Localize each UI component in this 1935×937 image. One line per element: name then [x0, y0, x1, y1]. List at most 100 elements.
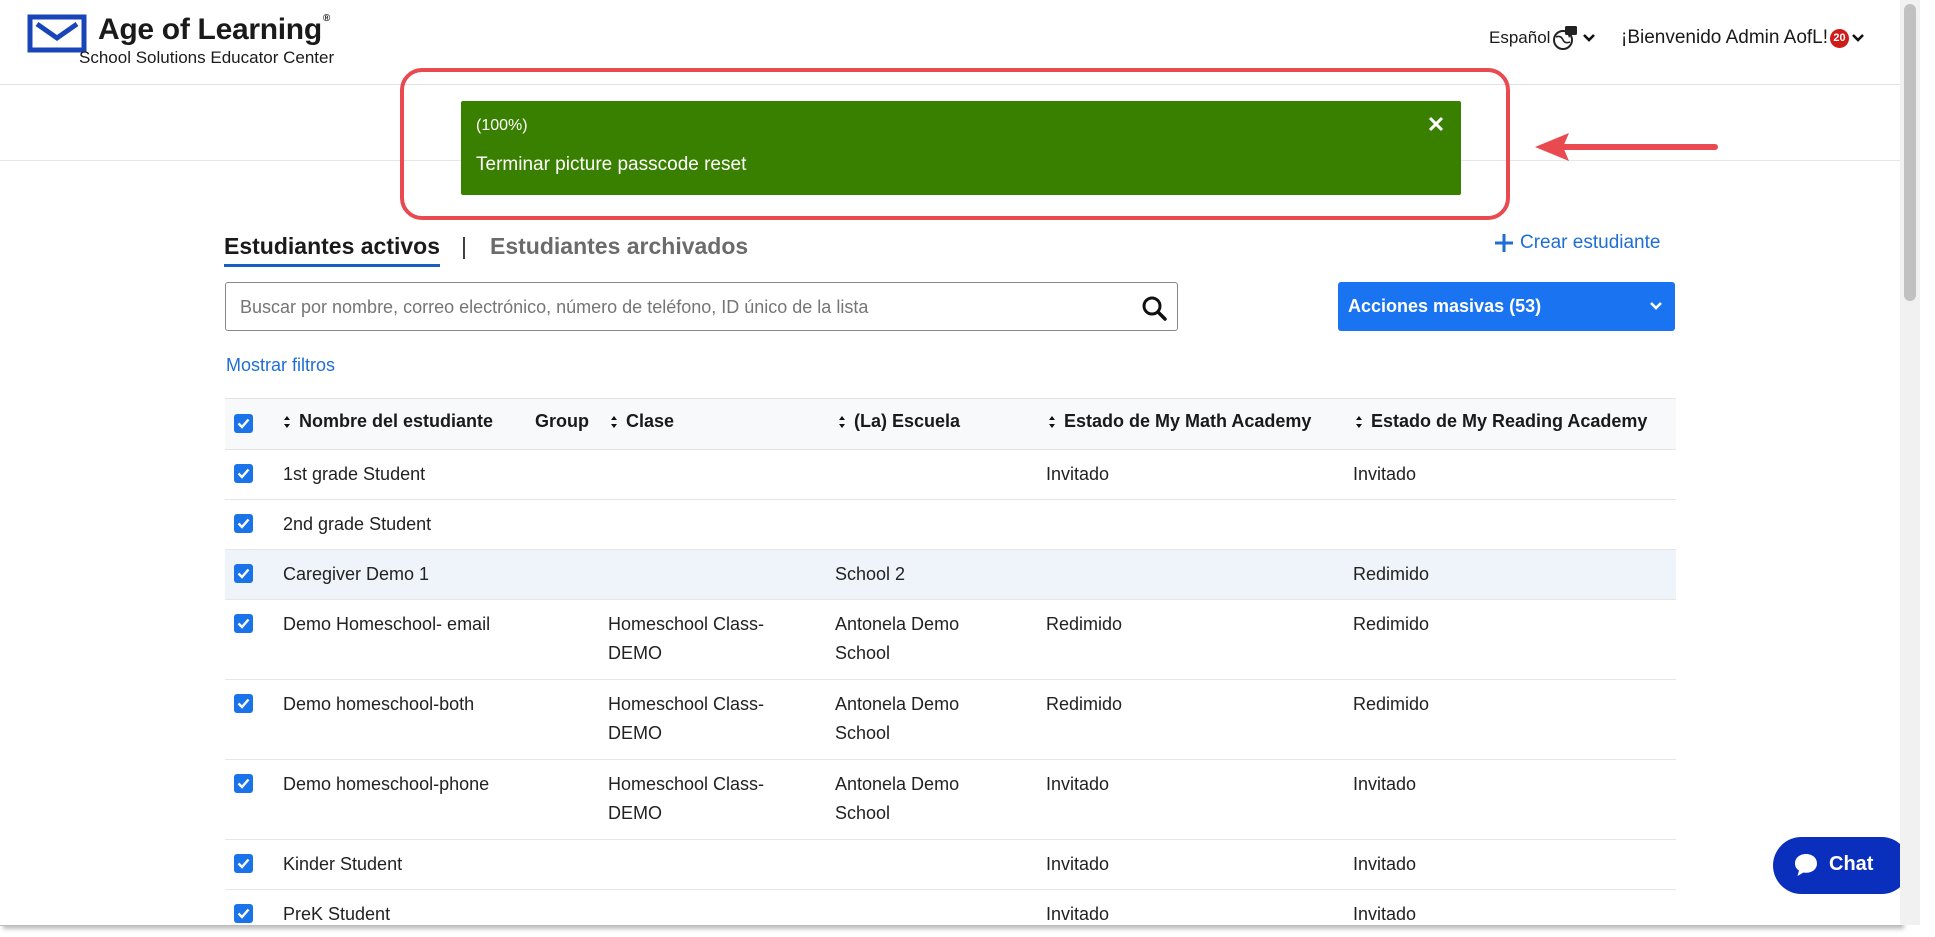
student-name[interactable]: Caregiver Demo 1 — [283, 560, 429, 589]
math-status: Invitado — [1046, 904, 1110, 924]
chevron-down-icon — [1852, 34, 1864, 42]
student-name[interactable]: Demo homeschool-phone — [283, 770, 489, 799]
reading-status: Redimido — [1353, 564, 1430, 584]
class-line-1: Homeschool Class- — [608, 614, 765, 634]
school-line-1: Antonela Demo — [835, 614, 960, 634]
class-line-1: Homeschool Class- — [608, 694, 765, 714]
search-icon[interactable] — [1141, 295, 1167, 321]
class-line-2: DEMO — [608, 803, 662, 823]
brand-subtitle: School Solutions Educator Center — [79, 48, 335, 67]
school-line-1: Antonela Demo — [835, 774, 960, 794]
bulk-actions-label: Acciones masivas (53) — [1348, 296, 1542, 316]
row-checkbox[interactable] — [234, 694, 253, 713]
column-header-class-label: Clase — [626, 411, 675, 431]
checkmark-icon — [237, 568, 250, 579]
brand-trademark: ® — [322, 13, 330, 24]
create-student-link[interactable]: Crear estudiante — [1494, 232, 1660, 254]
table-row[interactable]: 2nd grade Student — [225, 500, 1676, 550]
sort-icon — [611, 415, 617, 428]
bulk-actions-button[interactable]: Acciones masivas (53) — [1338, 282, 1675, 331]
students-table: Nombre del estudiante Group Clase (La) E… — [225, 398, 1676, 925]
column-header-name[interactable]: Nombre del estudiante — [283, 411, 493, 432]
math-status: Redimido — [1046, 614, 1123, 634]
row-checkbox[interactable] — [234, 854, 253, 873]
table-row[interactable]: Demo Homeschool- email Homeschool Class-… — [225, 600, 1676, 680]
browser-page: Age of Learning® School Solutions Educat… — [0, 0, 1901, 926]
annotation-arrow-icon — [1535, 133, 1718, 161]
school-line-2: School — [835, 643, 891, 663]
column-header-group: Group — [535, 411, 589, 432]
brand-title-text: Age of Learning — [98, 13, 322, 46]
row-checkbox[interactable] — [234, 774, 253, 793]
app-viewport: Age of Learning® School Solutions Educat… — [0, 0, 1935, 937]
checkmark-icon — [237, 418, 250, 429]
student-name[interactable]: Demo homeschool-both — [283, 690, 474, 719]
reading-status: Redimido — [1353, 614, 1430, 634]
class-line-2: DEMO — [608, 723, 662, 743]
school-line-2: School — [835, 723, 891, 743]
column-header-math[interactable]: Estado de My Math Academy — [1048, 411, 1311, 432]
column-header-school-label: (La) Escuela — [854, 411, 961, 431]
chevron-down-icon — [1583, 34, 1596, 42]
student-name[interactable]: 1st grade Student — [283, 460, 425, 489]
school-line-2: School — [835, 803, 891, 823]
row-checkbox[interactable] — [234, 464, 253, 483]
school-line-1: Antonela Demo — [835, 694, 960, 714]
column-header-class[interactable]: Clase — [610, 411, 674, 432]
user-menu[interactable]: ¡Bienvenido Admin AofL! 20 — [1621, 27, 1865, 49]
class-line-1: Homeschool Class- — [608, 774, 765, 794]
row-checkbox[interactable] — [234, 564, 253, 583]
student-name[interactable]: Demo Homeschool- email — [283, 610, 490, 639]
plus-icon — [1495, 234, 1513, 252]
column-header-group-label: Group — [535, 411, 589, 431]
table-header-row: Nombre del estudiante Group Clase (La) E… — [225, 398, 1676, 450]
scrollbar-thumb[interactable] — [1904, 4, 1916, 301]
math-status: Redimido — [1046, 694, 1123, 714]
search-input[interactable] — [238, 283, 1122, 332]
sort-icon — [1049, 415, 1055, 428]
student-name[interactable]: 2nd grade Student — [283, 510, 431, 539]
table-row[interactable]: Caregiver Demo 1 School 2 Redimido — [225, 550, 1676, 600]
annotation-highlight-box — [400, 68, 1510, 220]
column-header-math-label: Estado de My Math Academy — [1064, 411, 1312, 431]
tab-active-students[interactable]: Estudiantes activos — [224, 233, 441, 267]
reading-status: Invitado — [1353, 774, 1417, 794]
row-checkbox[interactable] — [234, 904, 253, 923]
row-checkbox[interactable] — [234, 614, 253, 633]
reading-status: Invitado — [1353, 904, 1417, 924]
math-status: Invitado — [1046, 464, 1110, 484]
welcome-text: ¡Bienvenido Admin AofL! — [1621, 27, 1829, 48]
reading-status: Invitado — [1353, 854, 1417, 874]
column-header-reading[interactable]: Estado de My Reading Academy — [1355, 411, 1647, 432]
checkmark-icon — [237, 468, 250, 479]
notification-badge: 20 — [1830, 28, 1850, 48]
table-row[interactable]: PreK Student Invitado Invitado — [225, 890, 1676, 925]
chat-button[interactable]: Chat — [1773, 837, 1900, 894]
language-selector[interactable]: Español — [1489, 25, 1596, 51]
tab-separator: | — [461, 233, 467, 259]
table-row[interactable]: Demo homeschool-both Homeschool Class- D… — [225, 680, 1676, 760]
student-name[interactable]: Kinder Student — [283, 850, 402, 879]
chat-bubble-icon — [1795, 854, 1817, 876]
row-checkbox[interactable] — [234, 514, 253, 533]
column-header-school[interactable]: (La) Escuela — [838, 411, 960, 432]
chevron-down-icon — [1650, 302, 1662, 310]
column-header-reading-label: Estado de My Reading Academy — [1371, 411, 1648, 431]
create-student-label: Crear estudiante — [1520, 232, 1661, 253]
brand-title: Age of Learning® — [98, 13, 330, 47]
checkmark-icon — [237, 618, 250, 629]
table-row[interactable]: Demo homeschool-phone Homeschool Class- … — [225, 760, 1676, 840]
search-box — [225, 282, 1178, 332]
vertical-scrollbar[interactable] — [1900, 0, 1920, 925]
tab-archived-students[interactable]: Estudiantes archivados — [490, 233, 748, 260]
checkmark-icon — [237, 858, 250, 869]
reading-status: Invitado — [1353, 464, 1417, 484]
show-filters-link[interactable]: Mostrar filtros — [226, 355, 335, 376]
student-name[interactable]: PreK Student — [283, 900, 390, 925]
sort-icon — [1356, 415, 1362, 428]
select-all-checkbox[interactable] — [234, 414, 253, 433]
table-row[interactable]: 1st grade Student Invitado Invitado — [225, 450, 1676, 500]
column-header-name-label: Nombre del estudiante — [299, 411, 494, 431]
math-status: Invitado — [1046, 774, 1110, 794]
table-row[interactable]: Kinder Student Invitado Invitado — [225, 840, 1676, 890]
